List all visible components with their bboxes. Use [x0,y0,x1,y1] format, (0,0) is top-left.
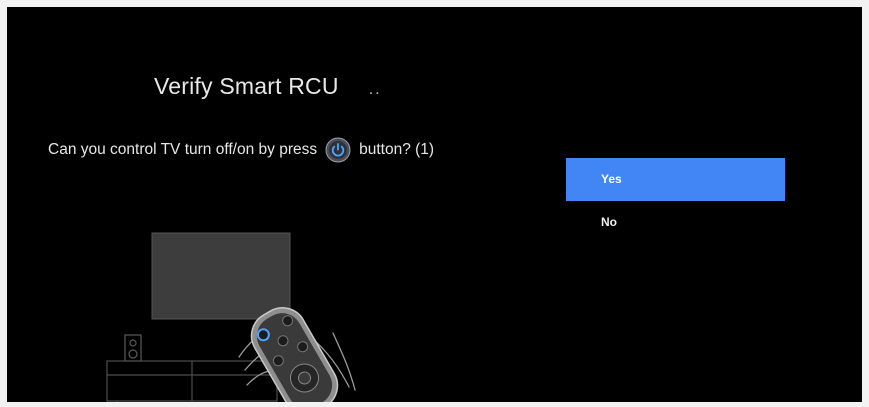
speaker-image [124,334,142,362]
title-row: Verify Smart RCU .. [154,73,382,100]
tv-screen: Verify Smart RCU .. Can you control TV t… [7,7,862,402]
tv-set-image [151,232,291,320]
page-title: Verify Smart RCU [154,73,339,99]
question-text-before: Can you control TV turn off/on by press [48,141,318,158]
no-option[interactable]: No [566,201,785,244]
answer-options: Yes No [566,158,785,244]
tv-remote-illustration [106,232,356,402]
question: Can you control TV turn off/on by press … [48,137,434,163]
yes-option[interactable]: Yes [566,158,785,201]
power-button-icon [325,137,351,163]
question-text-after: button? (1) [359,141,435,158]
loading-dots: .. [368,81,382,98]
